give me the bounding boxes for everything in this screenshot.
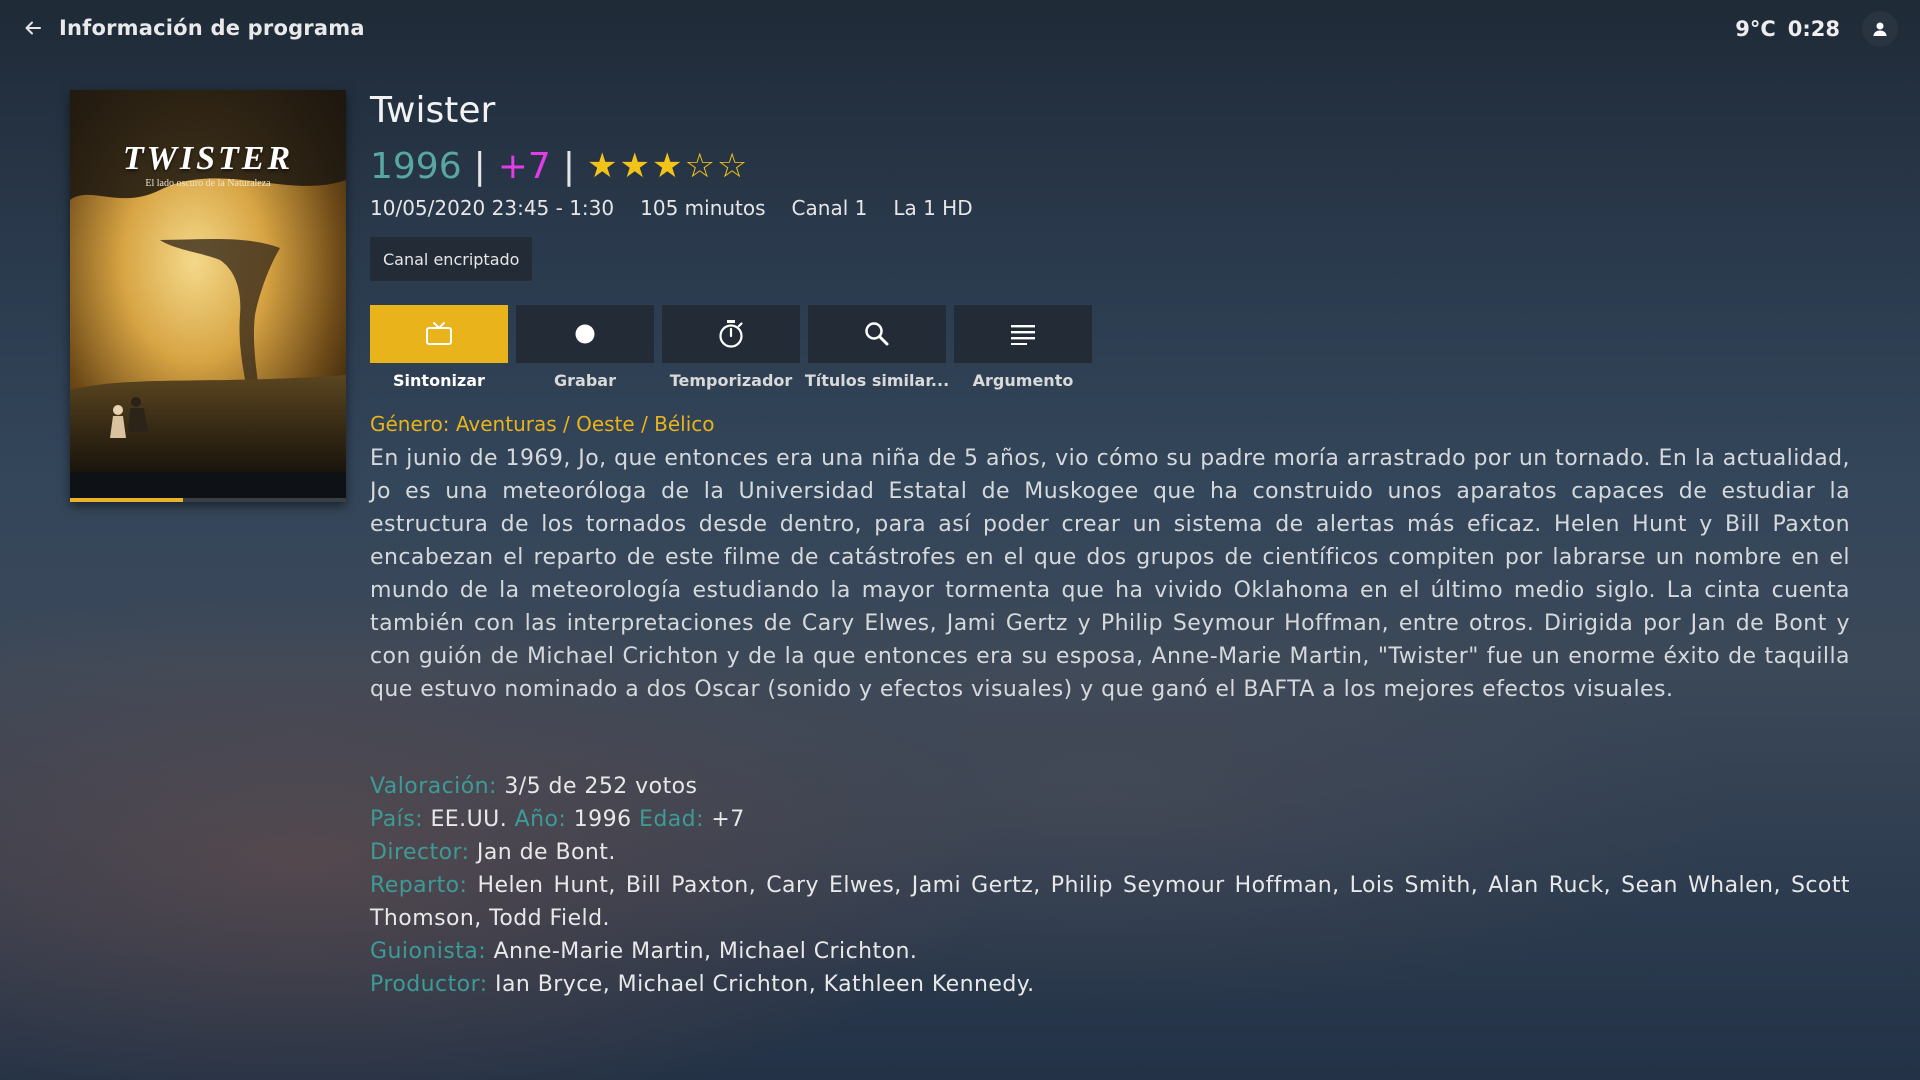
search-icon <box>865 322 889 346</box>
text-lines-icon <box>1011 325 1035 345</box>
program-title: Twister <box>370 90 496 131</box>
user-avatar-button[interactable] <box>1862 11 1898 47</box>
timer-icon <box>719 320 743 348</box>
arrow-left-icon <box>25 21 41 35</box>
synopsis-button-box[interactable] <box>954 305 1092 363</box>
producer-row: Productor: Ian Bryce, Michael Crichton, … <box>370 968 1850 1001</box>
age-rating: +7 <box>497 145 551 187</box>
clock: 0:28 <box>1787 17 1840 41</box>
age-value: +7 <box>711 807 745 832</box>
writer-value: Anne-Marie Martin, Michael Crichton. <box>493 939 918 964</box>
cast-row: Reparto: Helen Hunt, Bill Paxton, Cary E… <box>370 869 1850 935</box>
star-rating: ★★★☆☆ <box>587 146 749 186</box>
similar-titles-label: Títulos similar... <box>804 371 950 390</box>
country-label: País: <box>370 807 423 832</box>
year-label: Año: <box>514 807 567 832</box>
similar-titles-button[interactable]: Títulos similar... <box>804 305 950 390</box>
synopsis-label: Argumento <box>972 371 1074 390</box>
playback-progress-bar <box>70 498 346 502</box>
writer-row: Guionista: Anne-Marie Martin, Michael Cr… <box>370 935 1850 968</box>
record-button[interactable]: Grabar <box>516 305 654 390</box>
user-icon <box>1873 22 1887 36</box>
star-empty-icon: ☆ <box>716 146 750 186</box>
separator: | <box>473 145 486 187</box>
rating-row: Valoración: 3/5 de 252 votos <box>370 770 1850 803</box>
director-value: Jan de Bont. <box>476 840 616 865</box>
timer-button-box[interactable] <box>662 305 800 363</box>
timer-button[interactable]: Temporizador <box>662 305 800 390</box>
star-filled-icon: ★ <box>651 146 685 186</box>
back-button[interactable] <box>20 15 46 41</box>
writer-label: Guionista: <box>370 939 487 964</box>
encrypted-channel-badge: Canal encriptado <box>370 237 533 281</box>
tv-icon <box>426 322 452 345</box>
schedule-line: 10/05/2020 23:45 - 1:30 105 minutos Cana… <box>370 196 999 220</box>
rating-value: 3/5 de 252 votos <box>504 774 698 799</box>
record-icon <box>575 324 595 344</box>
rating-label: Valoración: <box>370 774 497 799</box>
tune-label: Sintonizar <box>393 371 485 390</box>
duration: 105 minutos <box>640 196 766 220</box>
action-bar: Sintonizar Grabar Temporizador Títulos s… <box>370 305 1100 390</box>
similar-titles-button-box[interactable] <box>808 305 946 363</box>
playback-progress-fill <box>70 498 184 502</box>
country-row: País: EE.UU. Año: 1996 Edad: +7 <box>370 803 1850 836</box>
timer-label: Temporizador <box>669 371 793 390</box>
program-year: 1996 <box>370 145 462 187</box>
page-title: Información de programa <box>59 16 365 40</box>
status-area: 9°C 0:28 <box>1735 11 1898 47</box>
poster-title: TWISTER <box>122 140 294 177</box>
separator: | <box>562 145 575 187</box>
director-label: Director: <box>370 840 470 865</box>
channel-name: La 1 HD <box>893 196 973 220</box>
country-value: EE.UU. <box>430 807 508 832</box>
tune-button[interactable]: Sintonizar <box>370 305 508 390</box>
cast-label: Reparto: <box>370 873 468 898</box>
program-poster[interactable]: TWISTER El lado oscuro de la Naturaleza <box>70 90 346 502</box>
genre: Género: Aventuras / Oeste / Bélico <box>370 412 715 436</box>
channel-number: Canal 1 <box>791 196 868 220</box>
star-filled-icon: ★ <box>586 146 620 186</box>
cast-value: Helen Hunt, Bill Paxton, Cary Elwes, Jam… <box>370 873 1850 931</box>
record-button-box[interactable] <box>516 305 654 363</box>
age-label: Edad: <box>638 807 704 832</box>
producer-label: Productor: <box>370 972 488 997</box>
year-value: 1996 <box>573 807 632 832</box>
star-empty-icon: ☆ <box>684 146 717 186</box>
tune-button-box[interactable] <box>370 305 508 363</box>
temperature: 9°C <box>1735 17 1776 41</box>
air-datetime: 10/05/2020 23:45 - 1:30 <box>370 196 615 220</box>
synopsis-button[interactable]: Argumento <box>954 305 1092 390</box>
producer-value: Ian Bryce, Michael Crichton, Kathleen Ke… <box>495 972 1035 997</box>
poster-tagline: El lado oscuro de la Naturaleza <box>145 178 271 189</box>
record-label: Grabar <box>554 371 616 390</box>
director-row: Director: Jan de Bont. <box>370 836 1850 869</box>
star-filled-icon: ★ <box>619 146 652 186</box>
top-bar: Información de programa 9°C 0:28 <box>0 0 1920 58</box>
program-meta: 1996 | +7 | ★★★☆☆ <box>370 144 749 188</box>
synopsis-text: En junio de 1969, Jo, que entonces era u… <box>370 446 1850 702</box>
program-details: Valoración: 3/5 de 252 votos País: EE.UU… <box>370 770 1850 1001</box>
